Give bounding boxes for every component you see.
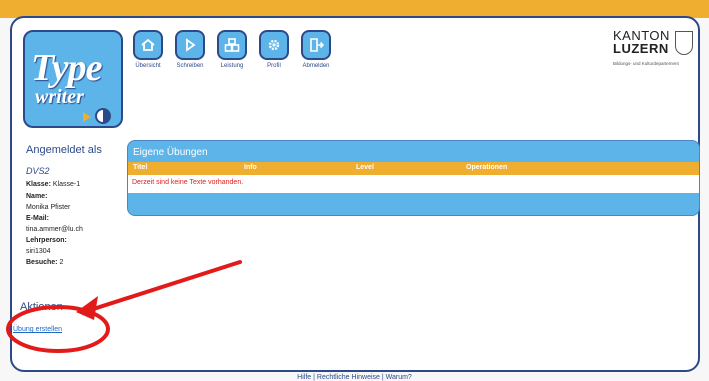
- red-circle-annotation: [6, 305, 110, 353]
